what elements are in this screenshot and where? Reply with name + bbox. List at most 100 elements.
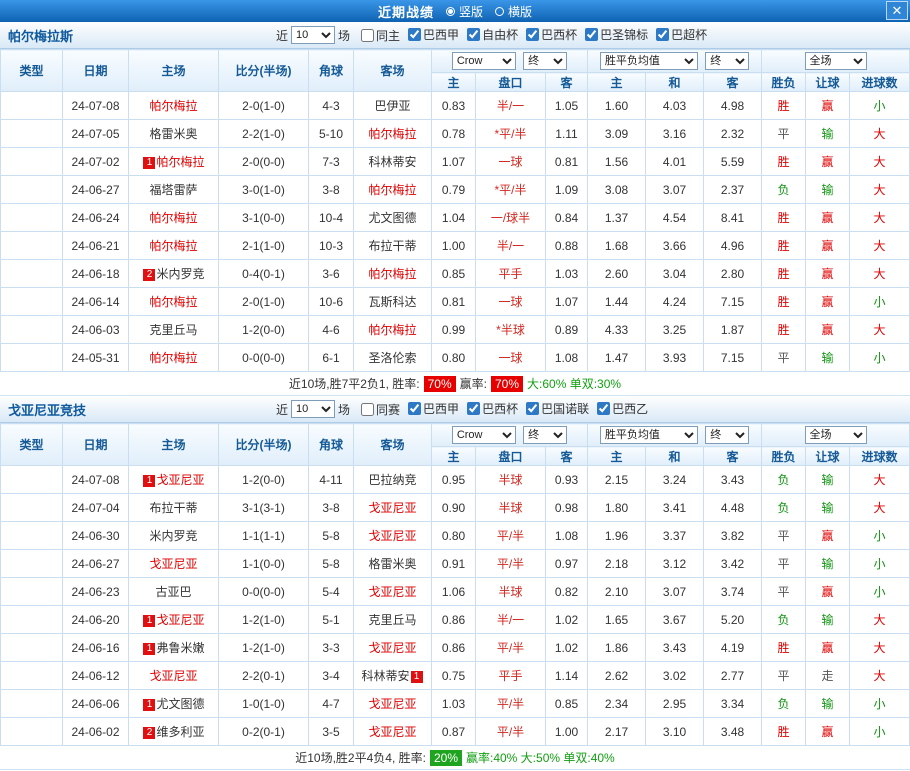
asian-handicap: *平/半 bbox=[476, 120, 546, 148]
bookmaker-select[interactable]: Crow bbox=[452, 426, 516, 444]
team-name: 帕尔梅拉斯 bbox=[8, 26, 273, 45]
home-team-cell: 戈亚尼亚 bbox=[129, 662, 219, 690]
league-filter[interactable]: 巴西乙 bbox=[597, 400, 648, 417]
euro-odds-select[interactable]: 胜平负均值 bbox=[600, 52, 698, 70]
matches-body: 巴西甲24-07-081戈亚尼亚1-2(0-0)4-11巴拉纳竞0.95半球0.… bbox=[1, 466, 910, 746]
date-cell: 24-06-20 bbox=[63, 606, 129, 634]
corners-cell: 4-6 bbox=[309, 316, 354, 344]
opponent-team-name: 克里丘马 bbox=[368, 613, 416, 627]
scope-controls: 全场 bbox=[762, 50, 910, 73]
outcome-result: 平 bbox=[762, 120, 806, 148]
euro-home-odds: 1.80 bbox=[588, 494, 646, 522]
league-checkbox[interactable] bbox=[467, 402, 480, 415]
summary-bar: 近10场,胜2平4负4, 胜率: 20% 赢率:40% 大:50% 单双:40% bbox=[0, 746, 910, 770]
asian-away-odds: 1.08 bbox=[546, 522, 588, 550]
focus-team-name: 帕尔梅拉 bbox=[368, 127, 416, 141]
home-team-cell: 2维多利亚 bbox=[129, 718, 219, 746]
same-checkbox[interactable] bbox=[361, 29, 374, 42]
asian-away-odds: 0.85 bbox=[546, 690, 588, 718]
league-filter[interactable]: 巴国诺联 bbox=[526, 400, 589, 417]
asian-time-select[interactable]: 终 bbox=[523, 426, 567, 444]
euro-home-odds: 1.86 bbox=[588, 634, 646, 662]
league-cell: 巴西甲 bbox=[1, 316, 63, 344]
goals-result: 大 bbox=[850, 662, 910, 690]
goals-result: 小 bbox=[850, 578, 910, 606]
outcome-result: 胜 bbox=[762, 634, 806, 662]
goals-result: 大 bbox=[850, 316, 910, 344]
away-team-cell: 戈亚尼亚 bbox=[354, 578, 432, 606]
euro-home-odds: 3.08 bbox=[588, 176, 646, 204]
league-checkbox[interactable] bbox=[656, 28, 669, 41]
radio-option-vertical[interactable]: 竖版 bbox=[446, 3, 483, 20]
league-cell: 巴西甲 bbox=[1, 204, 63, 232]
near-count-select[interactable]: 10 bbox=[291, 26, 335, 44]
league-filter[interactable]: 巴西甲 bbox=[408, 400, 459, 417]
focus-team-name: 戈亚尼亚 bbox=[368, 641, 416, 655]
asian-time-select[interactable]: 终 bbox=[523, 52, 567, 70]
euro-home-odds: 1.60 bbox=[588, 92, 646, 120]
asian-home-odds: 0.86 bbox=[432, 634, 476, 662]
match-row: 巴西甲24-06-161弗鲁米嫩1-2(1-0)3-3戈亚尼亚0.86平/半1.… bbox=[1, 634, 910, 662]
league-checkbox[interactable] bbox=[408, 402, 421, 415]
league-label: 巴国诺联 bbox=[541, 400, 589, 417]
away-team-cell: 戈亚尼亚 bbox=[354, 690, 432, 718]
outcome-result: 负 bbox=[762, 466, 806, 494]
home-team-cell: 帕尔梅拉 bbox=[129, 232, 219, 260]
asian-handicap: 平手 bbox=[476, 260, 546, 288]
league-checkbox[interactable] bbox=[526, 402, 539, 415]
league-checkbox[interactable] bbox=[467, 28, 480, 41]
focus-team-name: 帕尔梅拉 bbox=[149, 351, 197, 365]
corners-cell: 3-5 bbox=[309, 718, 354, 746]
corners-cell: 3-4 bbox=[309, 662, 354, 690]
away-team-cell: 科林蒂安 bbox=[354, 148, 432, 176]
date-cell: 24-06-14 bbox=[63, 288, 129, 316]
league-filter[interactable]: 巴西杯 bbox=[526, 26, 577, 43]
euro-home-odds: 4.33 bbox=[588, 316, 646, 344]
handicap-result: 输 bbox=[806, 690, 850, 718]
away-team-cell: 巴伊亚 bbox=[354, 92, 432, 120]
asian-away-odds: 0.97 bbox=[546, 550, 588, 578]
goals-result: 大 bbox=[850, 204, 910, 232]
league-checkbox[interactable] bbox=[408, 28, 421, 41]
asian-home-odds: 1.07 bbox=[432, 148, 476, 176]
goals-result: 大 bbox=[850, 494, 910, 522]
league-filter[interactable]: 巴圣锦标 bbox=[585, 26, 648, 43]
scope-select[interactable]: 全场 bbox=[805, 426, 867, 444]
near-label: 近 bbox=[276, 401, 288, 418]
scope-select[interactable]: 全场 bbox=[805, 52, 867, 70]
outcome-result: 负 bbox=[762, 690, 806, 718]
near-count-select[interactable]: 10 bbox=[291, 400, 335, 418]
same-filter[interactable]: 同主 bbox=[361, 27, 400, 44]
goals-result: 小 bbox=[850, 288, 910, 316]
same-checkbox[interactable] bbox=[361, 403, 374, 416]
euro-time-select[interactable]: 终 bbox=[705, 426, 749, 444]
corners-cell: 4-3 bbox=[309, 92, 354, 120]
euro-time-select[interactable]: 终 bbox=[705, 52, 749, 70]
handicap-result: 赢 bbox=[806, 578, 850, 606]
league-filter[interactable]: 自由杯 bbox=[467, 26, 518, 43]
radio-option-horizontal[interactable]: 横版 bbox=[495, 3, 532, 20]
radio-label: 横版 bbox=[508, 3, 532, 20]
close-icon[interactable]: ✕ bbox=[886, 1, 908, 20]
corners-cell: 4-11 bbox=[309, 466, 354, 494]
bookmaker-select[interactable]: Crow bbox=[452, 52, 516, 70]
handicap-result: 赢 bbox=[806, 204, 850, 232]
col-euro-home: 主 bbox=[588, 73, 646, 92]
date-cell: 24-07-04 bbox=[63, 494, 129, 522]
euro-odds-select[interactable]: 胜平负均值 bbox=[600, 426, 698, 444]
col-euro-away: 客 bbox=[704, 73, 762, 92]
league-checkbox[interactable] bbox=[526, 28, 539, 41]
same-filter[interactable]: 同赛 bbox=[361, 401, 400, 418]
summary-prefix: 近10场,胜2平4负4, 胜率: bbox=[295, 749, 426, 766]
asian-handicap: 半/一 bbox=[476, 232, 546, 260]
league-filter[interactable]: 巴西杯 bbox=[467, 400, 518, 417]
league-filter[interactable]: 巴超杯 bbox=[656, 26, 707, 43]
corners-cell: 5-8 bbox=[309, 522, 354, 550]
league-checkbox[interactable] bbox=[597, 402, 610, 415]
league-checkbox[interactable] bbox=[585, 28, 598, 41]
league-cell: 巴西甲 bbox=[1, 120, 63, 148]
win-rate-badge: 70% bbox=[424, 376, 456, 392]
league-filter[interactable]: 巴西甲 bbox=[408, 26, 459, 43]
euro-draw-odds: 3.66 bbox=[646, 232, 704, 260]
col-corners: 角球 bbox=[309, 50, 354, 92]
